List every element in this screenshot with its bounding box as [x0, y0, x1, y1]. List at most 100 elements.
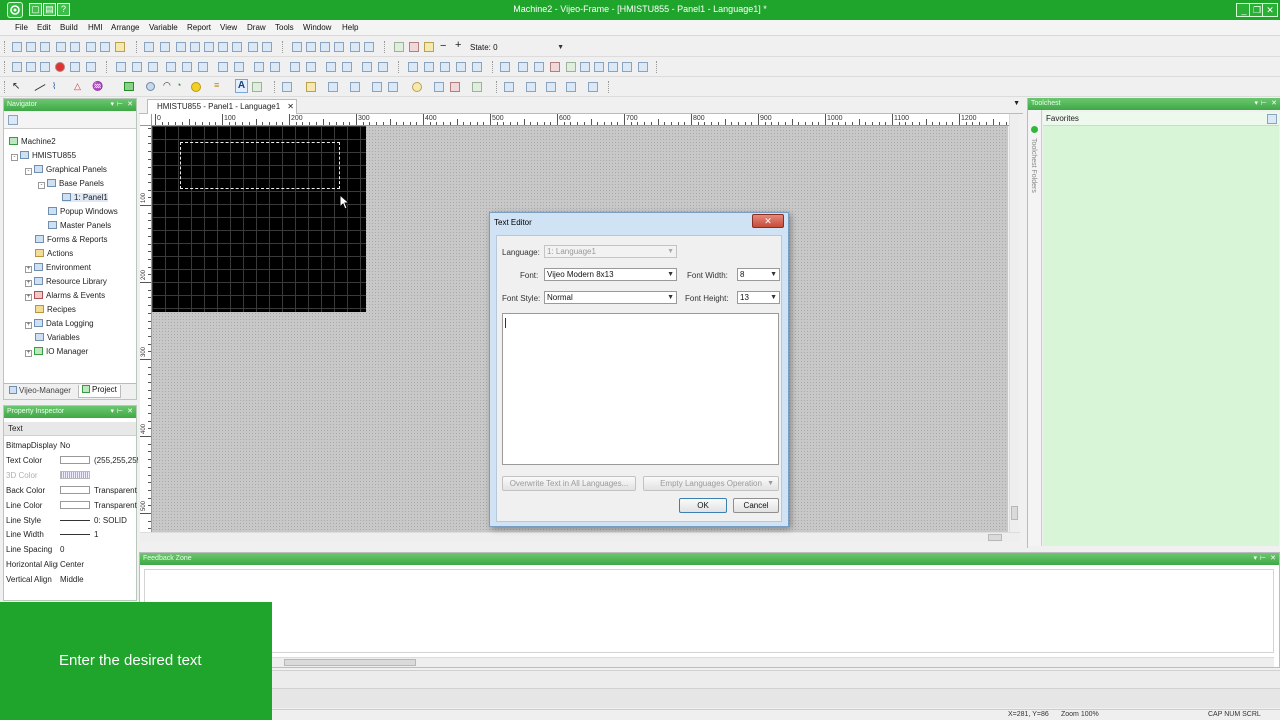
tree-item-io-manager[interactable]: + IO Manager — [25, 347, 88, 357]
meter-icon[interactable] — [594, 62, 604, 72]
text-tool-icon[interactable]: A — [235, 79, 248, 93]
snap-icon[interactable] — [26, 62, 36, 72]
ok-button[interactable]: OK — [679, 498, 727, 513]
size-height-icon[interactable] — [378, 62, 388, 72]
zoom-out-icon[interactable]: − — [440, 40, 446, 52]
forward-icon[interactable] — [306, 42, 316, 52]
zoom-icon[interactable] — [40, 62, 50, 72]
string-display-icon[interactable] — [350, 82, 360, 92]
document-list-icon[interactable]: ▼ — [1013, 100, 1020, 107]
order-back-icon[interactable] — [306, 62, 316, 72]
feedback-horizontal-scrollbar[interactable] — [144, 657, 1274, 667]
lamp-part-icon[interactable] — [306, 82, 316, 92]
date-display-icon[interactable] — [372, 82, 382, 92]
state-icon[interactable] — [394, 42, 404, 52]
tree-item-machine2[interactable]: Machine2 — [9, 137, 56, 146]
refresh-icon[interactable] — [334, 42, 344, 52]
arc-tool-icon[interactable]: ◠ — [163, 80, 171, 91]
panel-menu-icon[interactable]: ▾ — [110, 99, 114, 111]
tree-item-popup-windows[interactable]: Popup Windows — [48, 207, 118, 216]
replace-icon[interactable] — [262, 42, 272, 52]
menu-file[interactable]: File — [15, 23, 28, 32]
prop-3d-color[interactable]: 3D Color — [4, 469, 136, 483]
simulate-icon[interactable] — [115, 42, 125, 52]
language-select[interactable]: 1: Language1 ▼ — [544, 245, 677, 258]
scrollbar-thumb[interactable] — [284, 659, 416, 666]
find-icon[interactable] — [248, 42, 258, 52]
picture-icon[interactable] — [638, 62, 648, 72]
tree-item-graphical-panels[interactable]: - Graphical Panels — [25, 165, 107, 175]
open-icon[interactable] — [26, 42, 36, 52]
canvas-horizontal-scrollbar[interactable] — [140, 532, 1020, 542]
cursor-arrow-icon[interactable]: ↖ — [12, 81, 20, 92]
tab-project[interactable]: Project — [78, 385, 121, 398]
close-icon[interactable]: ✕ — [127, 99, 133, 111]
menu-build[interactable]: Build — [60, 23, 78, 32]
overwrite-all-languages-button[interactable]: Overwrite Text in All Languages... — [502, 476, 636, 491]
lamp-icon[interactable] — [580, 62, 590, 72]
fill-tool-icon[interactable] — [191, 82, 201, 92]
size-width-icon[interactable] — [362, 62, 372, 72]
space-v-icon[interactable] — [342, 62, 352, 72]
empty-languages-operation-button[interactable]: Empty Languages Operation ▼ — [643, 476, 779, 491]
prop-line-spacing[interactable]: Line Spacing 0 — [4, 543, 136, 557]
tree-item-resource-library[interactable]: + Resource Library — [25, 277, 107, 287]
pin-icon[interactable]: ⊢ — [117, 406, 123, 418]
download-icon[interactable] — [100, 42, 110, 52]
nudge-right-icon[interactable] — [424, 62, 434, 72]
undo-icon[interactable] — [144, 42, 154, 52]
align-right-icon[interactable] — [148, 62, 158, 72]
rectangle-tool-icon[interactable] — [124, 82, 134, 91]
trend-part-icon[interactable] — [472, 82, 482, 92]
prop-back-color[interactable]: Back Color Transparent — [4, 484, 137, 498]
switch-part-icon[interactable] — [282, 82, 292, 92]
menu-report[interactable]: Report — [187, 23, 211, 32]
rotate-icon[interactable] — [218, 62, 228, 72]
webcam-part-icon[interactable] — [588, 82, 598, 92]
panel-menu-icon[interactable]: ▾ — [110, 406, 114, 418]
favorites-folder[interactable]: Favorites — [1043, 112, 1279, 126]
print-icon[interactable] — [70, 42, 80, 52]
font-style-select[interactable]: Normal ▼ — [544, 291, 677, 304]
tree-item-actions[interactable]: Actions — [35, 249, 73, 258]
property-category[interactable]: Text — [4, 422, 136, 436]
font-width-select[interactable]: 8 ▼ — [737, 268, 780, 281]
paste-special-icon[interactable] — [218, 42, 228, 52]
freeform-tool-icon[interactable]: ♒ — [92, 81, 103, 92]
slider-part-icon[interactable] — [434, 82, 444, 92]
alarm-part-icon[interactable] — [450, 82, 460, 92]
menu-variable[interactable]: Variable — [149, 23, 178, 32]
font-icon[interactable] — [86, 62, 96, 72]
close-project-icon[interactable] — [40, 42, 50, 52]
table-part-icon[interactable] — [504, 82, 514, 92]
close-icon[interactable]: ✕ — [127, 406, 133, 418]
align-center-icon[interactable] — [132, 62, 142, 72]
ungroup-icon[interactable] — [270, 62, 280, 72]
image-tool-icon[interactable] — [252, 82, 262, 92]
toolchest-options-icon[interactable] — [1267, 114, 1277, 124]
align-top-icon[interactable] — [166, 62, 176, 72]
align-middle-icon[interactable] — [182, 62, 192, 72]
panel-menu-icon[interactable]: ▾ — [1253, 553, 1257, 565]
line-style-icon[interactable]: ≡ — [214, 80, 219, 90]
bar-graph-icon[interactable] — [388, 82, 398, 92]
switch-icon[interactable] — [566, 62, 576, 72]
document-tab[interactable]: HMISTU855 - Panel1 - Language1 ✕ — [147, 99, 297, 114]
tree-item-environment[interactable]: + Environment — [25, 263, 91, 273]
flip-icon[interactable] — [234, 62, 244, 72]
report-part-icon[interactable] — [566, 82, 576, 92]
alarm-icon[interactable] — [550, 62, 560, 72]
nudge-up-icon[interactable] — [440, 62, 450, 72]
panel-menu-icon[interactable]: ▾ — [1254, 98, 1258, 110]
menu-draw[interactable]: Draw — [247, 23, 266, 32]
redo-icon[interactable] — [160, 42, 170, 52]
canvas-vertical-scrollbar[interactable] — [1009, 114, 1019, 532]
recipe-part-icon[interactable] — [546, 82, 556, 92]
grid-icon[interactable] — [12, 62, 22, 72]
panel-icon[interactable] — [364, 42, 374, 52]
tree-item-forms-reports[interactable]: Forms & Reports — [35, 235, 107, 244]
scrollbar-thumb[interactable] — [1011, 506, 1018, 520]
stop-icon[interactable] — [320, 42, 330, 52]
tree-item-panel1[interactable]: 1: Panel1 — [62, 193, 108, 202]
record-icon[interactable] — [55, 62, 65, 72]
